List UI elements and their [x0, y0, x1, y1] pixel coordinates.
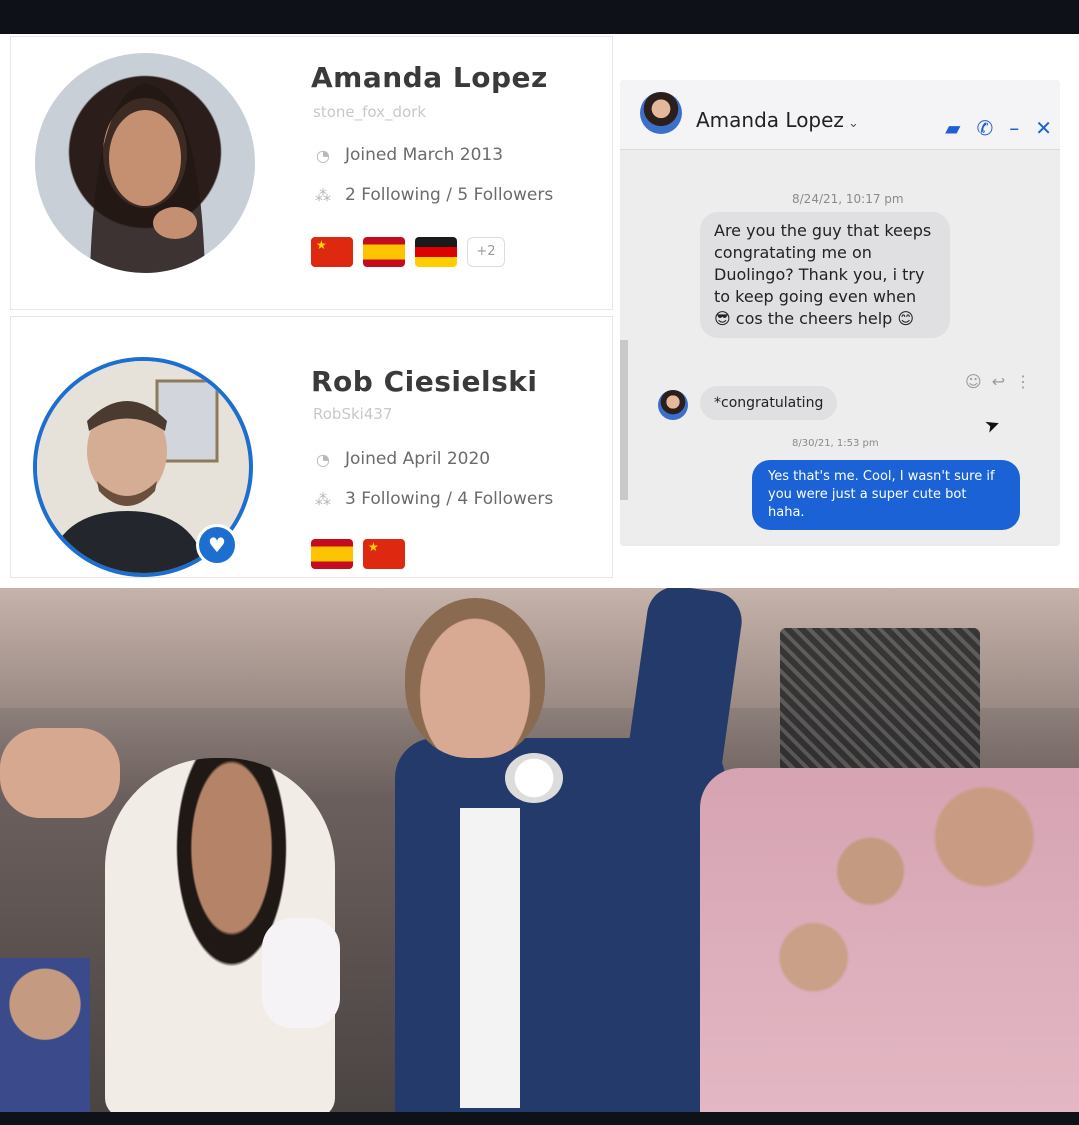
chat-body: 8/24/21, 10:17 pm Are you the guy that k… — [620, 150, 1060, 546]
bride-glove — [262, 918, 340, 1028]
incoming-message[interactable]: *congratulating — [700, 386, 838, 420]
chat-controls: ▰ ✆ – ✕ — [945, 116, 1052, 140]
chat-header: Amanda Lopez ⌄ ▰ ✆ – ✕ — [620, 80, 1060, 150]
joined-row: ◔ Joined March 2013 — [313, 145, 503, 165]
bottom-bar — [0, 1112, 1079, 1125]
profile-name: Amanda Lopez — [311, 61, 548, 94]
german-flag-icon[interactable] — [415, 237, 457, 267]
profile-photo — [90, 83, 205, 273]
outgoing-message[interactable]: Yes that's me. Cool, I wasn't sure if yo… — [752, 460, 1020, 530]
message-timestamp: 8/24/21, 10:17 pm — [792, 192, 904, 206]
joined-row: ◔ Joined April 2020 — [313, 449, 490, 469]
contact-avatar[interactable] — [640, 92, 682, 134]
cursor-icon: ➤ — [981, 413, 1004, 438]
message-actions: ☺ ↩ ⋮ — [965, 372, 1031, 391]
profile-card-rob: ♥ Rob Ciesielski RobSki437 ◔ Joined Apri… — [10, 316, 613, 578]
joined-text: Joined March 2013 — [345, 145, 504, 165]
people-icon: ⁂ — [315, 185, 331, 205]
minimize-icon[interactable]: – — [1009, 116, 1019, 140]
emoji-reaction-icon[interactable]: ☺ — [965, 372, 982, 391]
contact-name-text: Amanda Lopez — [696, 108, 844, 132]
follow-text[interactable]: 2 Following / 5 Followers — [345, 185, 553, 205]
people-icon: ⁂ — [315, 489, 331, 509]
contact-avatar-small — [658, 390, 688, 420]
follow-text[interactable]: 3 Following / 4 Followers — [345, 489, 553, 509]
heart-icon[interactable]: ♥ — [196, 524, 238, 566]
scrollbar[interactable] — [620, 340, 628, 500]
profile-card-amanda: Amanda Lopez stone_fox_dork ◔ Joined Mar… — [10, 36, 613, 310]
contact-name[interactable]: Amanda Lopez ⌄ — [696, 108, 859, 132]
guest-left — [0, 958, 90, 1112]
reply-icon[interactable]: ↩ — [992, 372, 1005, 391]
guest-hand — [0, 728, 120, 818]
top-status-bar — [0, 0, 1079, 34]
guests-group — [700, 768, 1079, 1112]
language-flags — [311, 539, 405, 569]
groom-shirt — [460, 808, 520, 1108]
spanish-flag-icon[interactable] — [363, 237, 405, 267]
phone-icon[interactable]: ✆ — [976, 116, 993, 140]
language-flags: +2 — [311, 237, 505, 267]
chevron-down-icon[interactable]: ⌄ — [848, 116, 859, 131]
close-icon[interactable]: ✕ — [1035, 116, 1052, 140]
message-timestamp: 8/30/21, 1:53 pm — [792, 438, 879, 449]
avatar[interactable] — [35, 53, 255, 273]
video-call-icon[interactable]: ▰ — [945, 116, 960, 140]
clock-icon: ◔ — [316, 145, 330, 165]
profile-username: stone_fox_dork — [313, 103, 427, 121]
chinese-flag-icon[interactable] — [363, 539, 405, 569]
clock-icon: ◔ — [316, 449, 330, 469]
boutonniere — [505, 753, 563, 803]
wedding-photo — [0, 588, 1079, 1112]
messenger-chat-window: Amanda Lopez ⌄ ▰ ✆ – ✕ 8/24/21, 10:17 pm … — [620, 80, 1060, 546]
profile-name: Rob Ciesielski — [311, 365, 538, 398]
incoming-message[interactable]: Are you the guy that keeps congratating … — [700, 212, 950, 338]
follow-row: ⁂ 3 Following / 4 Followers — [313, 489, 553, 509]
chinese-flag-icon[interactable] — [311, 237, 353, 267]
joined-text: Joined April 2020 — [345, 449, 491, 469]
groom-suit — [395, 738, 725, 1112]
follow-row: ⁂ 2 Following / 5 Followers — [313, 185, 553, 205]
more-languages-button[interactable]: +2 — [467, 237, 505, 267]
profile-username: RobSki437 — [313, 405, 393, 423]
groom-head — [405, 598, 545, 758]
more-options-icon[interactable]: ⋮ — [1015, 372, 1031, 391]
spanish-flag-icon[interactable] — [311, 539, 353, 569]
